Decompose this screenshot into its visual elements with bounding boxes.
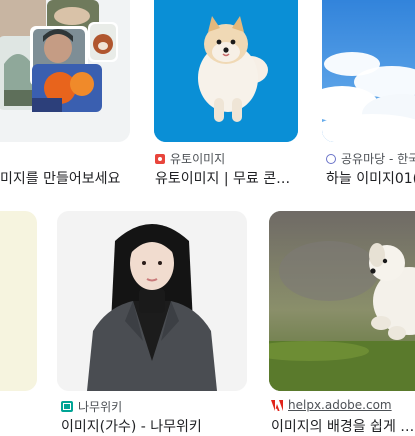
result-title-collage[interactable]: 미지를 만들어보세요 (0, 168, 132, 188)
gongu-icon (326, 153, 336, 164)
result-image-woman[interactable] (57, 211, 247, 391)
utoimage-icon (155, 153, 165, 164)
result-image-collage[interactable] (0, 0, 130, 142)
result-source-sky[interactable]: 공유마당 - 한국 (326, 150, 415, 167)
result-title-sky[interactable]: 하늘 이미지01( (326, 168, 415, 188)
pomeranian-thumbnail (154, 0, 298, 142)
woman-portrait-thumbnail (57, 211, 247, 391)
result-image-dog[interactable] (269, 211, 415, 391)
result-title-dog[interactable]: 이미지의 배경을 쉽게 … (271, 416, 415, 436)
result-title-woman[interactable]: 이미지(가수) - 나무위키 (61, 416, 241, 436)
result-image-yellow[interactable] (0, 211, 37, 391)
result-image-pomeranian[interactable] (154, 0, 298, 142)
sky-thumbnail (322, 0, 415, 142)
result-source-pomeranian[interactable]: 유토이미지 (155, 150, 225, 167)
result-title-pomeranian[interactable]: 유토이미지 | 무료 콘… (155, 168, 305, 188)
result-image-sky[interactable] (322, 0, 415, 142)
dog-running-thumbnail (269, 211, 415, 391)
result-source-dog[interactable]: helpx.adobe.com (271, 398, 392, 412)
collage-thumbnail (0, 0, 130, 142)
namuwiki-icon (61, 401, 73, 412)
result-source-woman[interactable]: 나무위키 (61, 398, 122, 415)
adobe-icon (271, 399, 283, 411)
